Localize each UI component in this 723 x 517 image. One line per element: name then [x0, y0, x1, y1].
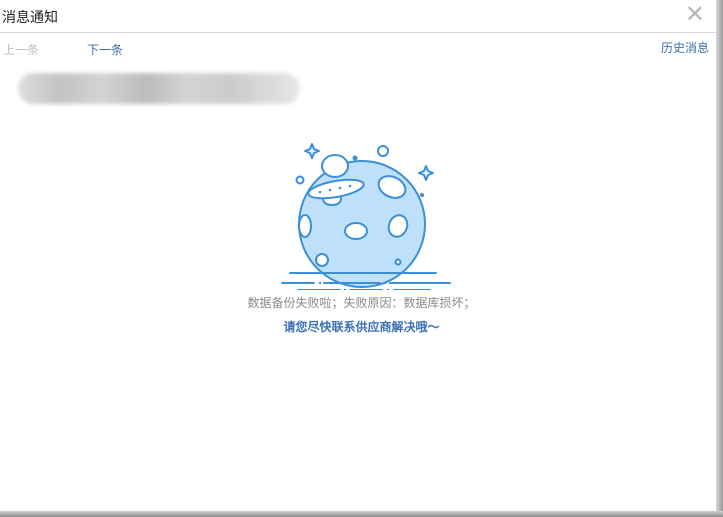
next-message-button[interactable]: 下一条	[87, 41, 123, 58]
message-dialog: 消息通知 ✕ 上一条 下一条 历史消息 数据备份失败啦；失败原因：数据库损坏； …	[0, 0, 716, 511]
redacted-message-subject	[18, 73, 300, 104]
prev-message-button[interactable]: 上一条	[3, 41, 39, 58]
planet-ufo-icon	[281, 143, 451, 290]
close-icon[interactable]: ✕	[685, 2, 705, 26]
dialog-title: 消息通知	[2, 10, 58, 26]
dialog-shadow-right	[716, 0, 723, 517]
dialog-header: 消息通知 ✕	[0, 0, 716, 33]
dialog-shadow-bottom	[0, 511, 723, 517]
contact-vendor-hint: 请您尽快联系供应商解决哦～	[283, 320, 440, 334]
failure-message: 数据备份失败啦；失败原因：数据库损坏；	[247, 296, 476, 310]
history-messages-link[interactable]: 历史消息	[661, 39, 709, 56]
